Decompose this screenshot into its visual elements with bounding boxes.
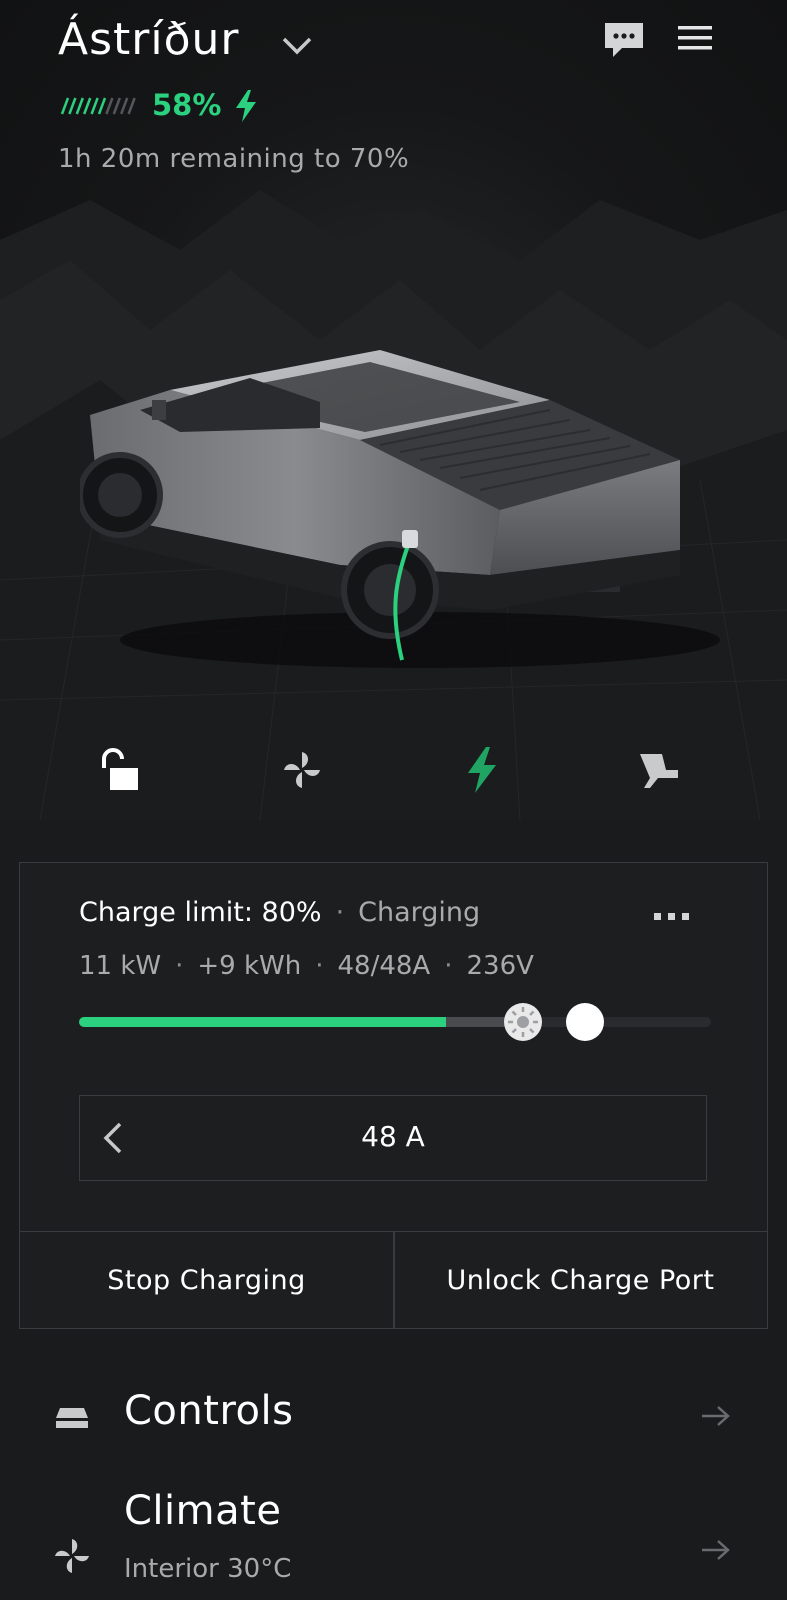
separator-dot: · — [444, 951, 453, 981]
arrow-right-icon — [702, 1540, 730, 1560]
app-header: Ástríður — [58, 14, 738, 74]
charge-current: 48/48A — [337, 951, 431, 981]
separator-dot: · — [335, 897, 345, 928]
battery-gauge-stripe — [105, 97, 114, 115]
battery-gauge-stripe — [75, 97, 84, 115]
stop-charging-button[interactable]: Stop Charging — [20, 1232, 393, 1329]
charge-actions: Stop Charging Unlock Charge Port — [20, 1231, 767, 1329]
seat-button[interactable] — [630, 740, 690, 800]
charge-heading: Charge limit: 80% · Charging — [79, 897, 480, 928]
car-icon — [56, 1408, 88, 1428]
vehicle-name[interactable]: Ástríður — [58, 14, 240, 65]
climate-button[interactable] — [272, 740, 332, 800]
bolt-icon — [468, 747, 496, 793]
battery-gauge-stripe — [127, 97, 136, 115]
sun-icon[interactable] — [504, 1003, 542, 1041]
energy-added: +9 kWh — [197, 951, 302, 981]
quick-actions — [0, 740, 787, 800]
arrow-right-icon — [702, 1406, 730, 1426]
charge-stats: 11 kW · +9 kWh · 48/48A · 236V — [79, 951, 534, 981]
nav-label-controls: Controls — [124, 1388, 294, 1434]
amperage-stepper: 48 A — [79, 1095, 707, 1181]
unlock-charge-port-button[interactable]: Unlock Charge Port — [394, 1232, 767, 1329]
more-options-icon[interactable] — [652, 909, 692, 923]
nav-label-climate: Climate — [124, 1488, 282, 1534]
nav-item-climate[interactable]: Climate Interior 30°C — [0, 1480, 787, 1600]
charge-button[interactable] — [452, 740, 512, 800]
current-charge-fill — [79, 1017, 446, 1027]
menu-icon[interactable] — [676, 20, 714, 56]
charge-power: 11 kW — [79, 951, 162, 981]
battery-gauge-stripe — [120, 97, 129, 115]
chevron-down-icon[interactable] — [280, 34, 314, 58]
charge-time-remaining: 1h 20m remaining to 70% — [58, 144, 410, 174]
battery-gauge-stripe — [97, 97, 107, 115]
charging-bolt-icon — [236, 90, 256, 122]
fan-icon — [284, 752, 320, 788]
charging-status: Charging — [358, 897, 481, 928]
charge-limit-label[interactable]: Charge limit: 80% — [79, 897, 322, 928]
battery-gauge-stripe — [60, 97, 70, 115]
charging-card: Charge limit: 80% · Charging 11 kW · +9 kWh ·… — [19, 862, 768, 1329]
fan-icon — [55, 1539, 89, 1573]
separator-dot: · — [315, 951, 324, 981]
lock-button[interactable] — [90, 740, 150, 800]
battery-gauge-stripe — [112, 97, 121, 115]
vehicle-image — [80, 350, 720, 668]
battery-percent: 58% — [152, 88, 222, 122]
chat-icon[interactable] — [602, 20, 646, 60]
separator-dot: · — [175, 951, 184, 981]
amperage-value: 48 A — [361, 1120, 425, 1153]
battery-gauge-stripe — [68, 97, 77, 115]
seat-icon — [640, 754, 678, 788]
charge-voltage: 236V — [466, 951, 534, 981]
charge-limit-thumb[interactable] — [566, 1003, 604, 1041]
battery-gauge-stripe — [83, 97, 92, 115]
unlock-icon — [102, 748, 138, 790]
battery-gauge — [60, 97, 136, 115]
interior-temperature: Interior 30°C — [124, 1554, 292, 1584]
battery-status: 58% — [58, 88, 358, 124]
nav-item-controls[interactable]: Controls — [0, 1366, 787, 1466]
battery-gauge-stripe — [90, 97, 99, 115]
